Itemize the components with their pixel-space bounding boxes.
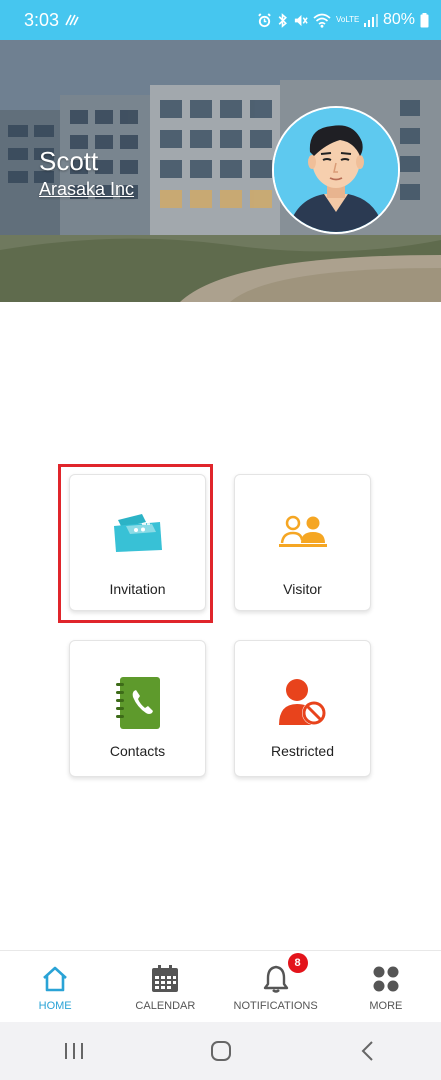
nav-calendar-label: CALENDAR — [135, 1000, 196, 1012]
nav-home-label: HOME — [38, 1000, 72, 1012]
restricted-tile[interactable]: Restricted — [234, 640, 371, 777]
home-system-button[interactable] — [201, 1031, 241, 1071]
contacts-tile[interactable]: Contacts — [69, 640, 206, 777]
status-bar: 3:03 VoLTE 80% — [0, 0, 441, 40]
wifi-icon — [313, 13, 331, 28]
data-saver-icon — [65, 14, 79, 26]
bottom-nav: HOME CALENDAR 8 NOTIFICATIONS MORE — [0, 950, 441, 1023]
alarm-icon — [258, 12, 271, 27]
nav-home[interactable]: HOME — [0, 951, 110, 1023]
calendar-icon — [150, 964, 180, 994]
contacts-label: Contacts — [109, 743, 166, 759]
recent-apps-button[interactable] — [54, 1031, 94, 1071]
invitation-highlight-box — [58, 464, 213, 623]
bluetooth-icon — [278, 12, 287, 28]
avatar-illustration — [274, 108, 398, 232]
battery-icon — [420, 12, 429, 27]
back-chevron-icon — [361, 1041, 373, 1061]
volte-label: VoLTE — [335, 15, 360, 24]
battery-percent: 80% — [382, 11, 415, 28]
grid-icon — [372, 964, 400, 994]
company-link[interactable]: Arasaka Inc — [39, 179, 134, 200]
status-time: 3:03 — [24, 9, 60, 30]
restricted-label: Restricted — [270, 743, 335, 759]
restricted-user-icon — [277, 677, 329, 729]
signal-icon — [363, 14, 378, 27]
nav-notifications-label: NOTIFICATIONS — [233, 1000, 318, 1012]
visitor-tile[interactable]: Visitor — [234, 474, 371, 611]
nav-calendar[interactable]: CALENDAR — [110, 951, 220, 1023]
nav-notifications[interactable]: 8 NOTIFICATIONS — [221, 951, 331, 1023]
profile-header: Scott Arasaka Inc — [0, 40, 441, 302]
notification-badge: 8 — [287, 953, 308, 973]
mute-icon — [294, 14, 308, 26]
bell-icon — [262, 964, 290, 994]
recent-apps-icon — [64, 1043, 83, 1059]
phone-book-icon — [112, 677, 164, 729]
home-circle-icon — [210, 1041, 231, 1061]
nav-more-label: MORE — [369, 1000, 403, 1012]
nav-more[interactable]: MORE — [331, 951, 441, 1023]
system-nav-bar — [0, 1022, 441, 1080]
home-icon — [41, 964, 69, 994]
avatar[interactable] — [272, 106, 400, 234]
visitor-label: Visitor — [283, 581, 322, 597]
visitor-icon — [277, 507, 329, 559]
back-button[interactable] — [348, 1031, 388, 1071]
profile-name: Scott — [39, 146, 99, 176]
